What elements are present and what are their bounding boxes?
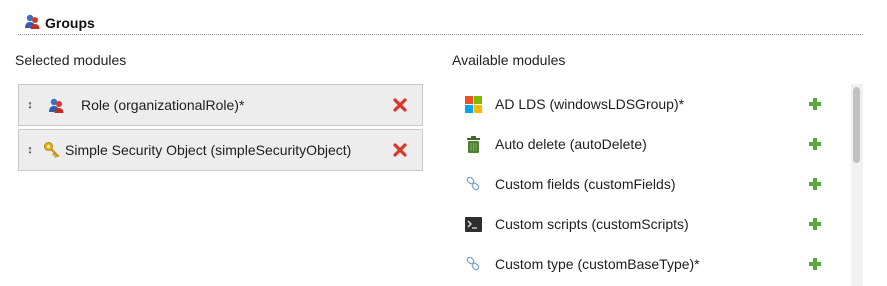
person-icon	[47, 96, 65, 114]
groups-module-page: Groups Selected modules Available module…	[0, 0, 887, 286]
add-module-button[interactable]	[807, 136, 823, 152]
vertical-scrollbar[interactable]	[851, 84, 863, 286]
available-module-item: Auto delete (autoDelete)	[452, 124, 863, 164]
selected-module-label: Simple Security Object (simpleSecurityOb…	[65, 142, 352, 158]
selected-module-item[interactable]: ↕ Role (organizationalRole)*	[18, 84, 423, 126]
section-header: Groups	[24, 13, 95, 33]
add-module-button[interactable]	[807, 176, 823, 192]
drag-handle-icon[interactable]: ↕	[23, 144, 37, 156]
selected-modules-title: Selected modules	[15, 52, 127, 68]
remove-module-button[interactable]	[391, 141, 409, 159]
available-module-item: Custom scripts (customScripts)	[452, 204, 863, 244]
add-module-button[interactable]	[807, 216, 823, 232]
plus-icon	[809, 138, 821, 150]
available-module-item: Custom type (customBaseType)*	[452, 244, 863, 284]
available-modules-list: AD LDS (windowsLDSGroup)* Auto delete (a…	[452, 84, 863, 286]
link-icon	[464, 255, 482, 273]
add-module-button[interactable]	[807, 96, 823, 112]
section-title: Groups	[45, 15, 95, 31]
trash-icon	[464, 135, 482, 153]
plus-icon	[809, 178, 821, 190]
windows-logo-icon	[464, 95, 482, 113]
selected-module-item[interactable]: ↕ Simple Security Object (simpleSecurity…	[18, 129, 423, 171]
section-divider	[18, 34, 863, 35]
drag-handle-icon[interactable]: ↕	[23, 99, 37, 111]
available-module-label: Custom type (customBaseType)*	[495, 256, 700, 272]
available-module-item: Custom fields (customFields)	[452, 164, 863, 204]
remove-icon	[393, 143, 407, 157]
available-modules-title: Available modules	[452, 52, 566, 68]
available-module-label: Custom scripts (customScripts)	[495, 216, 689, 232]
remove-icon	[393, 98, 407, 112]
plus-icon	[809, 218, 821, 230]
scrollbar-thumb[interactable]	[853, 87, 860, 163]
link-icon	[464, 175, 482, 193]
plus-icon	[809, 98, 821, 110]
selected-modules-list: ↕ Role (organizationalRole)* ↕ Simple Se…	[18, 84, 423, 174]
available-module-label: AD LDS (windowsLDSGroup)*	[495, 96, 685, 112]
available-module-label: Custom fields (customFields)	[495, 176, 676, 192]
remove-module-button[interactable]	[391, 96, 409, 114]
selected-module-label: Role (organizationalRole)*	[81, 97, 245, 113]
available-module-label: Auto delete (autoDelete)	[495, 136, 647, 152]
group-icon	[24, 13, 41, 33]
plus-icon	[809, 258, 821, 270]
key-icon	[43, 141, 61, 159]
add-module-button[interactable]	[807, 256, 823, 272]
available-module-item: AD LDS (windowsLDSGroup)*	[452, 84, 863, 124]
terminal-icon	[464, 215, 482, 233]
